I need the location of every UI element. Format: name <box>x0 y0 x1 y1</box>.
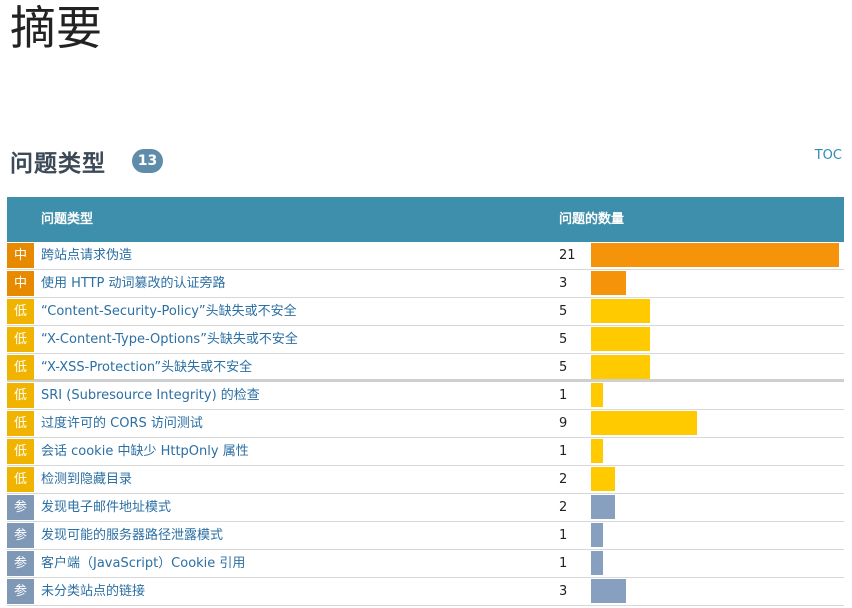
column-header-issue-type: 问题类型 <box>41 212 94 227</box>
table-header: 问题类型 问题的数量 <box>7 197 844 242</box>
table-row: 低过度许可的 CORS 访问测试 9 <box>7 410 844 438</box>
table-row: 低 “X-Content-Type-Options”头缺失或不安全 5 <box>7 326 844 354</box>
issue-count-bar <box>591 439 603 463</box>
issue-count: 9 <box>559 416 568 431</box>
issue-type-link[interactable]: 未分类站点的链接 <box>41 578 145 605</box>
severity-badge: 低 <box>7 327 34 352</box>
table-row: 中使用 HTTP 动词篡改的认证旁路 3 <box>7 270 844 298</box>
table-row: 参发现可能的服务器路径泄露模式 1 <box>7 522 844 550</box>
issue-count: 5 <box>559 360 568 375</box>
severity-badge: 低 <box>7 383 34 408</box>
severity-badge: 参 <box>7 495 34 520</box>
table-row: 低 “Content-Security-Policy”头缺失或不安全 5 <box>7 298 844 326</box>
issue-count: 3 <box>559 276 568 291</box>
issue-count: 1 <box>559 528 568 543</box>
issue-count: 5 <box>559 332 568 347</box>
issue-count-bar <box>591 383 603 407</box>
column-header-issue-count: 问题的数量 <box>559 212 625 227</box>
table-row: 低 SRI (Subresource Integrity) 的检查 1 <box>7 382 844 410</box>
issue-type-link[interactable]: 发现电子邮件地址模式 <box>41 494 171 521</box>
table-row: 低 “X-XSS-Protection”头缺失或不安全 5 <box>7 354 844 382</box>
severity-badge: 参 <box>7 523 34 548</box>
issue-count: 21 <box>559 248 576 263</box>
issue-type-link[interactable]: 过度许可的 CORS 访问测试 <box>41 410 203 437</box>
issue-type-link[interactable]: “X-Content-Type-Options”头缺失或不安全 <box>41 326 298 353</box>
issue-type-link[interactable]: “X-XSS-Protection”头缺失或不安全 <box>41 354 252 381</box>
issue-count: 3 <box>559 584 568 599</box>
issue-count: 2 <box>559 472 568 487</box>
section-title: 问题类型 <box>10 151 106 177</box>
issue-count-bar <box>591 467 615 491</box>
page-title: 摘要 <box>10 1 102 55</box>
severity-badge: 低 <box>7 355 34 380</box>
table-row: 低检测到隐藏目录 2 <box>7 466 844 494</box>
summary-page: 摘要 问题类型 13 TOC 问题类型 问题的数量 中跨站点请求伪造 21 中使用 … <box>0 0 852 608</box>
issue-type-link[interactable]: 会话 cookie 中缺少 HttpOnly 属性 <box>41 438 249 465</box>
severity-badge: 低 <box>7 411 34 436</box>
issue-type-table: 问题类型 问题的数量 中跨站点请求伪造 21 中使用 HTTP 动词篡改的认证旁路 3… <box>7 197 844 606</box>
issue-count-bar <box>591 327 650 351</box>
section-heading: 问题类型 13 <box>10 141 163 181</box>
issue-count-bar <box>591 411 697 435</box>
issue-count-bar <box>591 551 603 575</box>
issue-count: 1 <box>559 556 568 571</box>
issue-count-bar <box>591 355 650 379</box>
issue-type-link[interactable]: 跨站点请求伪造 <box>41 242 132 269</box>
table-row: 参发现电子邮件地址模式 2 <box>7 494 844 522</box>
severity-badge: 中 <box>7 271 34 296</box>
severity-badge: 低 <box>7 467 34 492</box>
issue-count-bar <box>591 243 839 267</box>
severity-badge: 参 <box>7 551 34 576</box>
issue-count: 5 <box>559 304 568 319</box>
issue-type-link[interactable]: 使用 HTTP 动词篡改的认证旁路 <box>41 270 226 297</box>
table-row: 参客户端（JavaScript）Cookie 引用 1 <box>7 550 844 578</box>
issue-count: 2 <box>559 500 568 515</box>
issue-count-bar <box>591 495 615 519</box>
issue-count: 1 <box>559 444 568 459</box>
issue-type-link[interactable]: SRI (Subresource Integrity) 的检查 <box>41 382 260 409</box>
table-row: 参未分类站点的链接 3 <box>7 578 844 606</box>
issue-type-link[interactable]: 检测到隐藏目录 <box>41 466 132 493</box>
issue-type-link[interactable]: “Content-Security-Policy”头缺失或不安全 <box>41 298 297 325</box>
issue-count-bar <box>591 579 626 603</box>
issue-count-bar <box>591 299 650 323</box>
issue-count: 1 <box>559 388 568 403</box>
issue-type-link[interactable]: 客户端（JavaScript）Cookie 引用 <box>41 550 245 577</box>
severity-badge: 中 <box>7 243 34 268</box>
table-body: 中跨站点请求伪造 21 中使用 HTTP 动词篡改的认证旁路 3 低 “Content-S… <box>7 242 844 606</box>
table-row: 中跨站点请求伪造 21 <box>7 242 844 270</box>
issue-type-count-badge: 13 <box>132 149 163 173</box>
severity-badge: 低 <box>7 299 34 324</box>
issue-count-bar <box>591 523 603 547</box>
toc-link[interactable]: TOC <box>815 148 842 163</box>
issue-count-bar <box>591 271 626 295</box>
issue-type-link[interactable]: 发现可能的服务器路径泄露模式 <box>41 522 223 549</box>
severity-badge: 低 <box>7 439 34 464</box>
table-row: 低会话 cookie 中缺少 HttpOnly 属性 1 <box>7 438 844 466</box>
severity-badge: 参 <box>7 579 34 604</box>
